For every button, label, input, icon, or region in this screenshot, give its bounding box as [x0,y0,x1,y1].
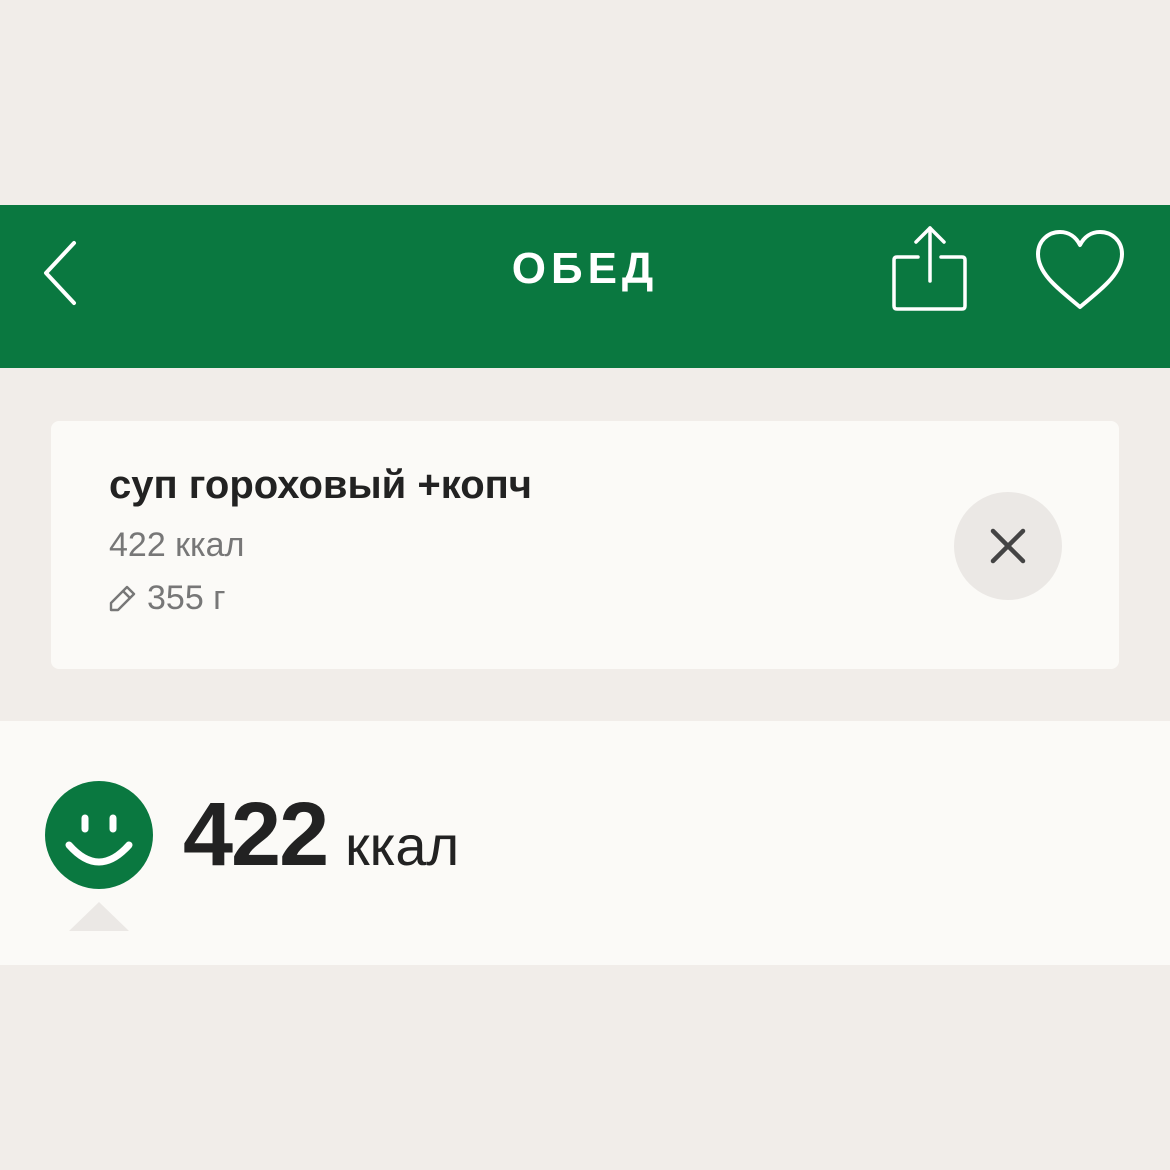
smiley-icon [45,781,153,889]
chevron-left-icon [44,241,76,305]
remove-food-button[interactable] [954,492,1062,600]
food-item-card[interactable]: суп гороховый +копч 422 ккал 355 г [51,421,1119,669]
favorite-button[interactable] [1028,227,1133,317]
food-weight-value: 355 г [147,579,226,617]
food-weight-edit[interactable]: 355 г [107,577,226,619]
pencil-icon [109,585,136,612]
share-button[interactable] [880,223,980,318]
total-calories-unit: ккал [345,814,460,877]
food-name: суп гороховый +копч [109,463,533,507]
indicator-pointer [69,902,129,931]
page-title: ОБЕД [511,244,659,293]
top-app-bar: ОБЕД [0,205,1170,368]
heart-icon [1036,230,1124,309]
calorie-summary: 422 ккал [0,721,1170,965]
back-button[interactable] [30,235,100,315]
total-calories: 422 ккал [183,785,459,911]
share-icon [892,226,967,311]
total-calories-value: 422 [183,785,329,885]
food-calories: 422 ккал [109,526,245,564]
close-icon [990,528,1026,564]
